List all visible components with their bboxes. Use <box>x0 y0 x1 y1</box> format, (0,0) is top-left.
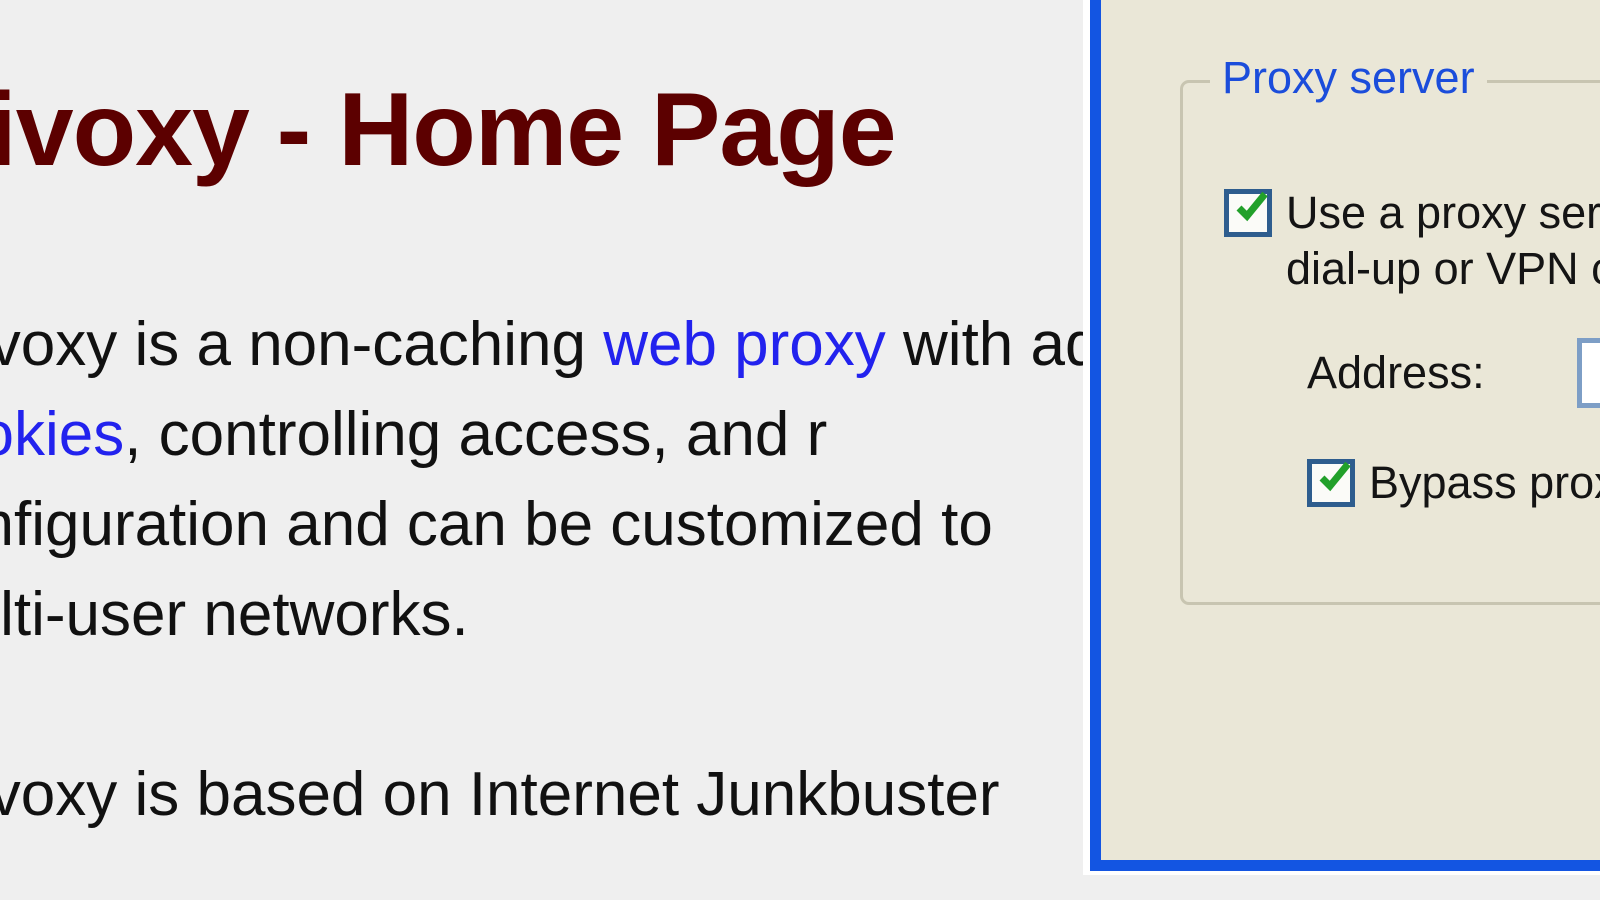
groupbox-proxy-server-label: Proxy server <box>1210 52 1487 104</box>
browser-page-content: Privoxy - Home Page Privoxy is a non-cac… <box>0 0 1090 900</box>
address-label: Address: <box>1307 347 1485 398</box>
use-proxy-server-checkbox[interactable] <box>1224 189 1272 237</box>
paragraph-line-1: Privoxy is a non-caching web proxy with … <box>0 300 1090 390</box>
bypass-proxy-label: Bypass proxy server for local addresses <box>1369 457 1600 508</box>
paragraph-text: , controlling access, and r <box>124 400 828 469</box>
check-icon <box>1236 191 1268 222</box>
dialog-body: Proxy server Use a proxy server for your… <box>1112 0 1600 849</box>
lan-settings-dialog: Proxy server Use a proxy server for your… <box>1083 0 1600 875</box>
bypass-proxy-checkbox-row[interactable]: Bypass proxy server for local addresses <box>1307 455 1600 511</box>
link-web-proxy[interactable]: web proxy <box>603 310 886 379</box>
link-cookies[interactable]: cookies <box>0 400 124 469</box>
credits-paragraph: Privoxy is based on Internet Junkbuster <box>0 750 1090 840</box>
paragraph-line-4: multi-user networks. <box>0 580 469 649</box>
bypass-proxy-checkbox[interactable] <box>1307 459 1355 507</box>
page-title: Privoxy - Home Page <box>0 72 897 188</box>
address-input[interactable] <box>1576 338 1600 408</box>
address-row: Address: <box>1307 338 1600 408</box>
paragraph-text: Privoxy is a non-caching <box>0 310 586 379</box>
intro-paragraph: Privoxy is a non-caching web proxy with … <box>0 300 1090 660</box>
paragraph-line-2: cookies, controlling access, and r <box>0 390 1090 480</box>
paragraph-line-1: Privoxy is based on Internet Junkbuster <box>0 760 1000 829</box>
label-line-2: dial-up or VPN connections). <box>1286 243 1600 294</box>
label-line-1: Use a proxy server for your LAN (These s… <box>1286 187 1600 238</box>
use-proxy-server-label: Use a proxy server for your LAN (These s… <box>1286 185 1600 297</box>
paragraph-text: with ad <box>885 310 1090 379</box>
paragraph-line-3: configuration and can be customized to <box>0 490 993 559</box>
check-icon <box>1319 461 1351 492</box>
dialog-frame: Proxy server Use a proxy server for your… <box>1090 0 1600 871</box>
use-proxy-server-checkbox-row[interactable]: Use a proxy server for your LAN (These s… <box>1224 185 1600 297</box>
screen: Privoxy - Home Page Privoxy is a non-cac… <box>0 0 1600 900</box>
